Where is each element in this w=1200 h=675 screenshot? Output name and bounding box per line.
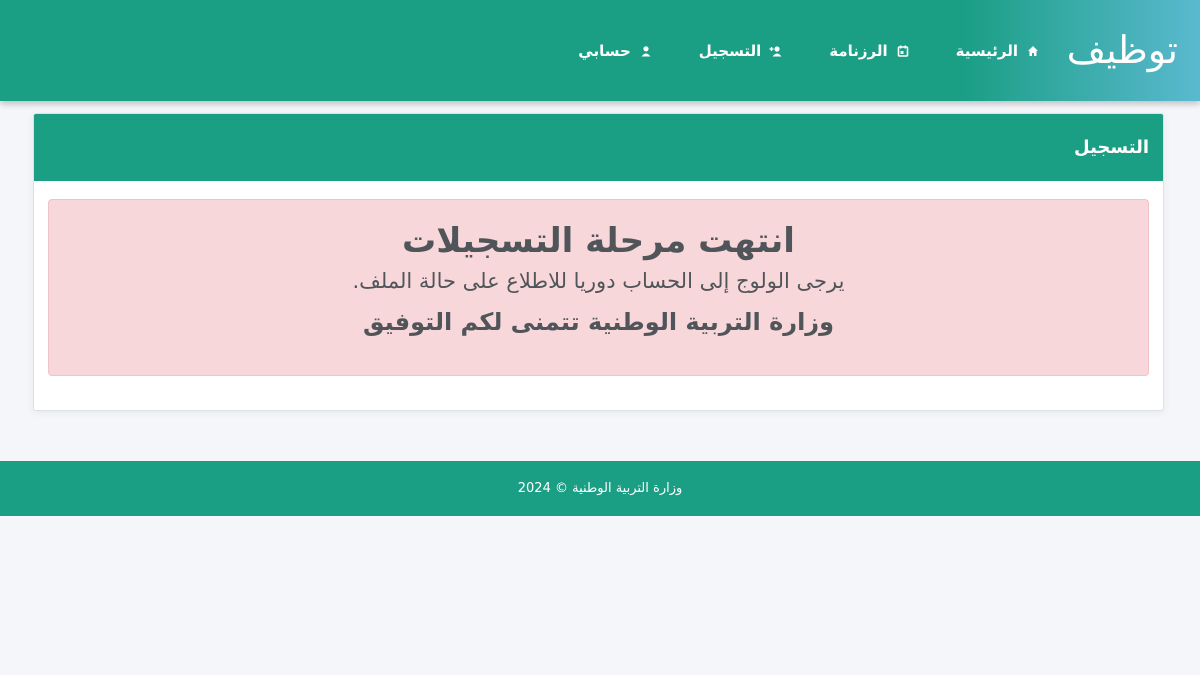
nav-item-calendar-label: الرزنامة xyxy=(829,41,888,60)
registration-closed-alert: انتهت مرحلة التسجيلات يرجى الولوج إلى ال… xyxy=(48,199,1149,376)
nav-item-register-label: التسجيل xyxy=(698,41,762,60)
user-plus-icon xyxy=(769,44,783,58)
main-nav: الرئيسية الرزنامة التسجيل حسابي xyxy=(578,0,1040,101)
user-icon xyxy=(639,44,653,58)
nav-item-register[interactable]: التسجيل xyxy=(699,42,783,60)
nav-item-account[interactable]: حسابي xyxy=(578,42,653,60)
card-title: التسجيل xyxy=(1074,137,1149,158)
footer-copyright: وزارة التربية الوطنية © 2024 xyxy=(517,481,683,496)
nav-item-home-label: الرئيسية xyxy=(955,41,1018,60)
top-navbar: توظيف الرئيسية الرزنامة التسجيل حسابي xyxy=(0,0,1200,101)
card-header: التسجيل xyxy=(34,114,1163,181)
home-icon xyxy=(1026,44,1040,58)
nav-item-home[interactable]: الرئيسية xyxy=(956,42,1040,60)
alert-ministry-message: وزارة التربية الوطنية تتمنى لكم التوفيق xyxy=(362,308,835,336)
page-footer: وزارة التربية الوطنية © 2024 xyxy=(0,461,1200,516)
alert-title: انتهت مرحلة التسجيلات xyxy=(402,221,795,261)
alert-message: يرجى الولوج إلى الحساب دوريا للاطلاع على… xyxy=(352,269,845,293)
nav-item-calendar[interactable]: الرزنامة xyxy=(829,42,909,60)
registration-card: التسجيل انتهت مرحلة التسجيلات يرجى الولو… xyxy=(33,113,1164,411)
site-logo[interactable]: توظيف xyxy=(1067,18,1178,82)
nav-item-account-label: حسابي xyxy=(578,41,631,60)
calendar-icon xyxy=(896,44,910,58)
